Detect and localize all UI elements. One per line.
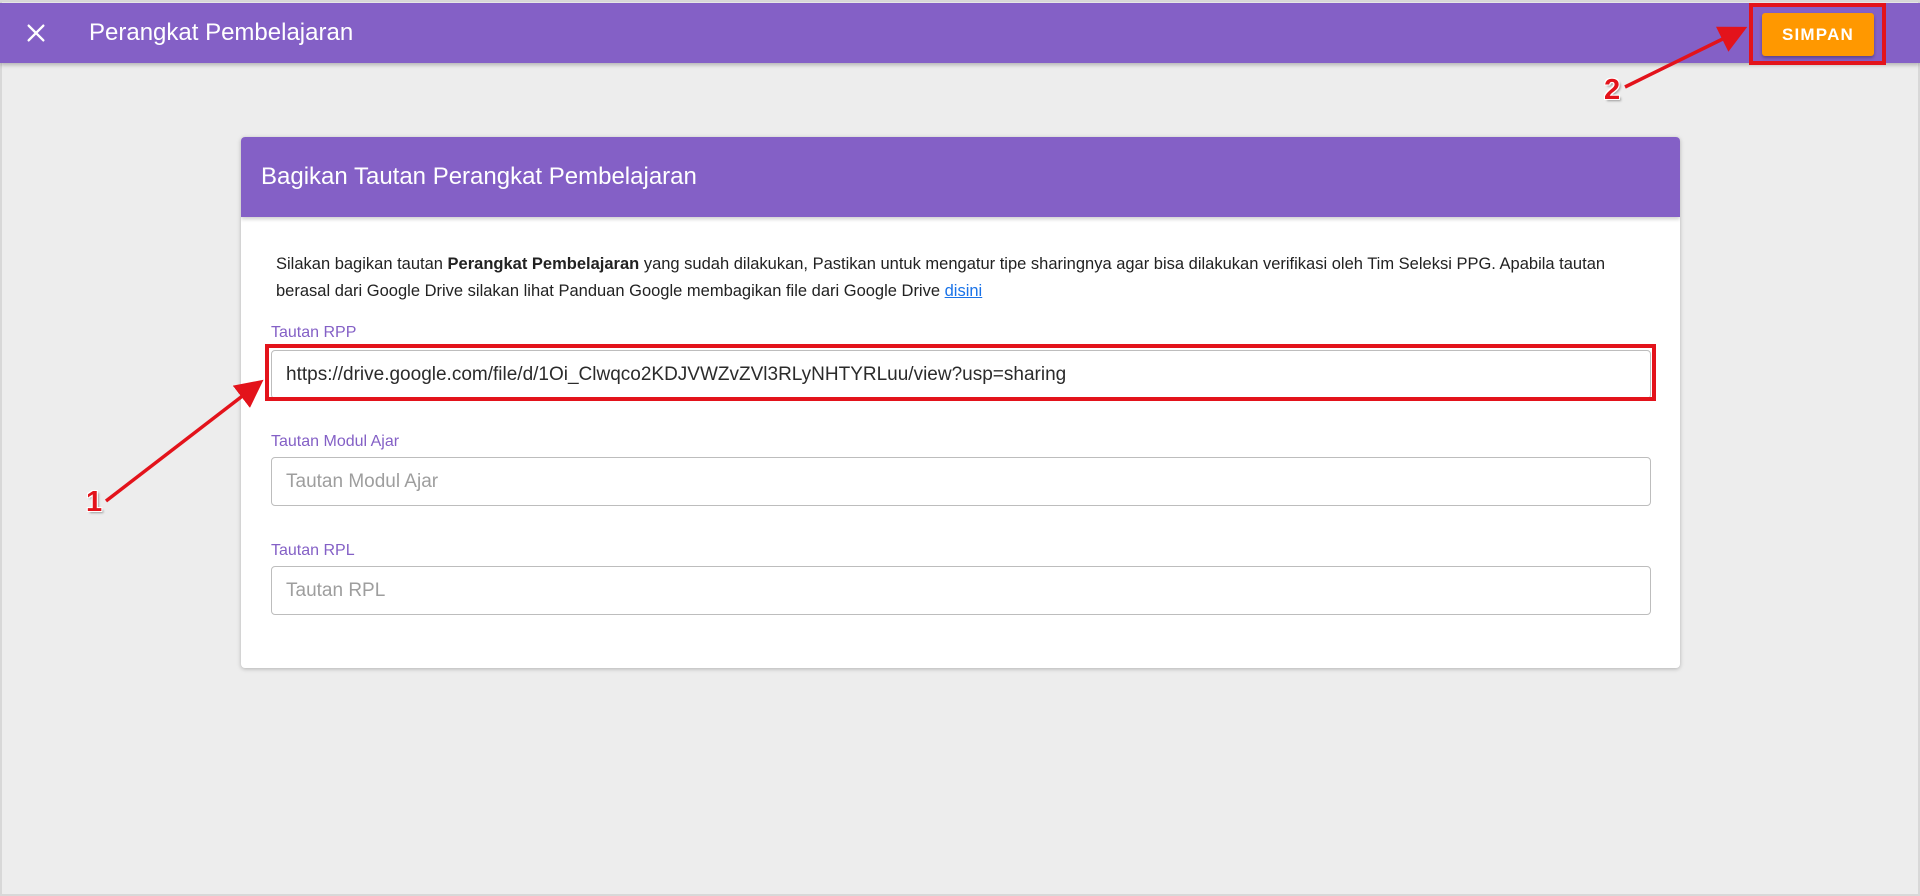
intro-text: Silakan bagikan tautan Perangkat Pembela…	[276, 251, 1656, 305]
card-header: Bagikan Tautan Perangkat Pembelajaran	[241, 137, 1680, 217]
rpl-link-input[interactable]	[271, 566, 1651, 615]
card-title: Bagikan Tautan Perangkat Pembelajaran	[261, 163, 697, 190]
close-button[interactable]	[18, 15, 54, 51]
rpp-label: Tautan RPP	[271, 324, 357, 341]
close-icon	[27, 24, 45, 42]
modul-ajar-label: Tautan Modul Ajar	[271, 433, 400, 450]
guide-link[interactable]: disini	[945, 282, 983, 300]
page-title: Perangkat Pembelajaran	[89, 19, 354, 46]
share-links-card: Bagikan Tautan Perangkat Pembelajaran Si…	[241, 137, 1680, 668]
intro-text-part1: Silakan bagikan tautan	[276, 255, 448, 273]
rpp-link-input[interactable]	[271, 350, 1651, 399]
rpl-label: Tautan RPL	[271, 542, 355, 559]
annotation-marker-1: 1	[86, 486, 103, 518]
save-button[interactable]: SIMPAN	[1762, 13, 1874, 56]
top-app-bar: Perangkat Pembelajaran SIMPAN	[0, 3, 1920, 63]
annotation-marker-2: 2	[1604, 74, 1621, 106]
intro-text-bold: Perangkat Pembelajaran	[447, 255, 640, 273]
modul-ajar-link-input[interactable]	[271, 457, 1651, 506]
